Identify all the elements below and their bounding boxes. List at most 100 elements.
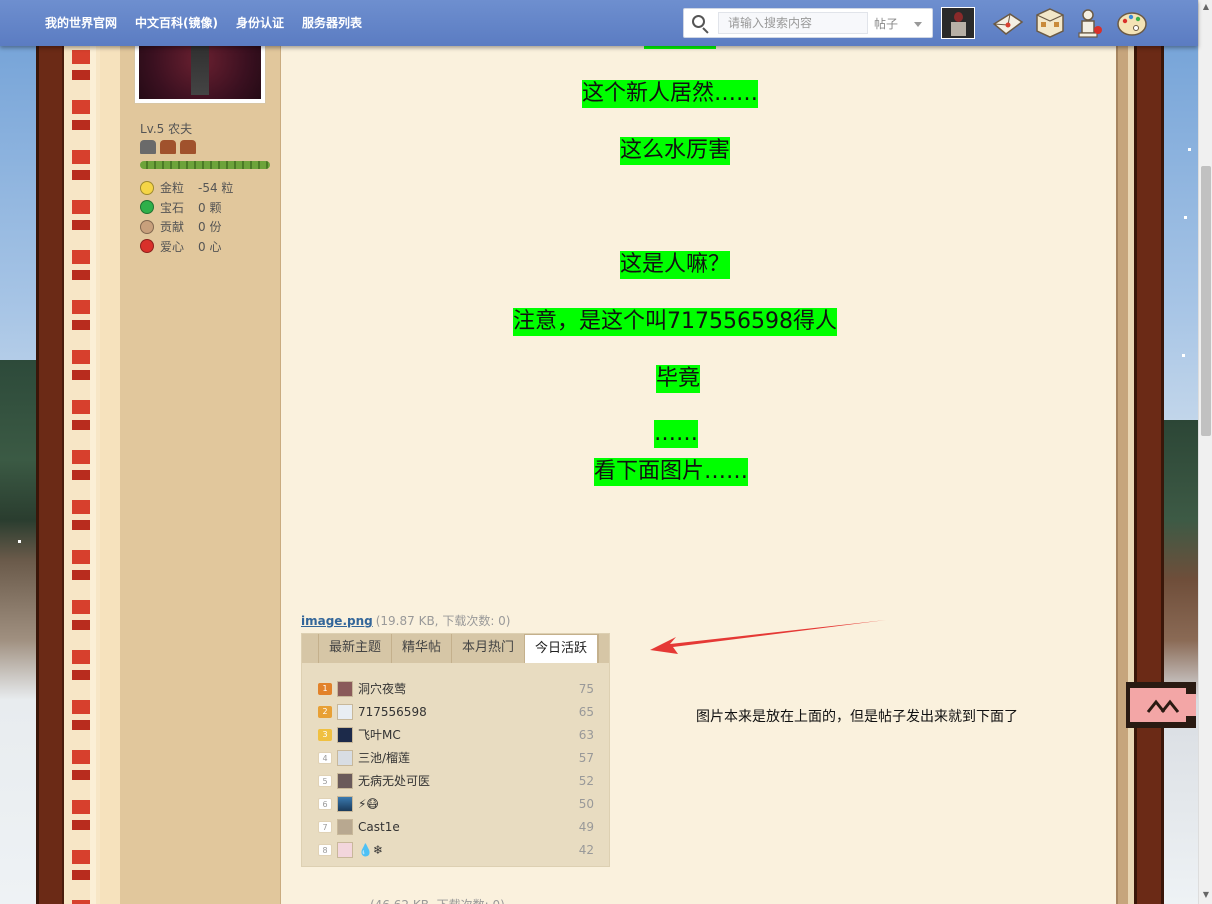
- top-navbar: 我的世界官网 中文百科(镜像) 身份认证 服务器列表 请输入搜索内容 帖子: [0, 0, 1198, 46]
- scroll-up-icon[interactable]: ▲: [1199, 0, 1212, 14]
- user-name[interactable]: 飞叶MC: [358, 726, 564, 743]
- stat-value: 0 份: [198, 220, 222, 235]
- rank-number: 2: [318, 705, 332, 718]
- activity-score: 42: [578, 842, 594, 857]
- avatar: [337, 726, 353, 743]
- paint-dot: [1128, 14, 1134, 20]
- list-item[interactable]: 5 无病无处可医 52: [318, 769, 594, 792]
- stat-love: 爱心 0 心: [140, 237, 233, 257]
- nav-identity-verification[interactable]: 身份认证: [227, 14, 293, 31]
- list-item[interactable]: 3 飞叶MC 63: [318, 723, 594, 746]
- search-input[interactable]: 请输入搜索内容: [718, 12, 868, 34]
- tab-featured[interactable]: 精华帖: [391, 634, 451, 663]
- activity-score: 50: [578, 796, 594, 811]
- stat-label: 宝石: [160, 200, 185, 215]
- user-name[interactable]: 💧❄: [358, 843, 564, 857]
- helmet-badge-icon[interactable]: [160, 140, 176, 154]
- palette-icon[interactable]: [1115, 6, 1149, 40]
- character-base: [1078, 32, 1098, 38]
- next-attachment-meta: (46.62 KB, 下载次数: 0): [370, 896, 505, 904]
- arrow-shape: [650, 620, 886, 654]
- stat-contribution: 贡献 0 份: [140, 217, 233, 237]
- activity-widget: 最新主题 精华帖 本月热门 今日活跃 1 洞穴夜莺 75 2 717556598…: [301, 633, 610, 867]
- stat-label: 爱心: [160, 239, 185, 254]
- user-name[interactable]: 三池/榴莲: [358, 749, 564, 766]
- character-icon[interactable]: [1073, 6, 1107, 40]
- crate-body: [1036, 8, 1064, 38]
- user-name[interactable]: 洞穴夜莺: [358, 680, 564, 697]
- crate-detail: [1041, 22, 1046, 27]
- ranking-list: 1 洞穴夜莺 75 2 717556598 65 3 飞叶MC 63 4 三池/…: [318, 677, 594, 861]
- paint-dot: [1122, 18, 1128, 24]
- attachment-meta: (19.87 KB, 下载次数: 0): [375, 614, 511, 628]
- list-item[interactable]: 4 三池/榴莲 57: [318, 746, 594, 769]
- background-scenery-left: [0, 0, 36, 904]
- scrollbar-thumb[interactable]: [1201, 166, 1211, 436]
- snowflake: [1184, 216, 1187, 219]
- frame-left-wood: [36, 0, 64, 904]
- user-name[interactable]: ⚡😷: [358, 797, 564, 811]
- chevron-down-icon[interactable]: [914, 22, 922, 27]
- search-icon-handle: [702, 27, 709, 34]
- avatar: [337, 680, 353, 697]
- contribution-icon: [140, 219, 154, 234]
- tab-today-active[interactable]: 今日活跃: [524, 634, 599, 663]
- emerald-icon: [140, 200, 154, 215]
- medal-badges: [140, 140, 196, 154]
- list-item[interactable]: 2 717556598 65: [318, 700, 594, 723]
- nav-wiki-mirror[interactable]: 中文百科(镜像): [126, 14, 227, 31]
- envelope-icon[interactable]: [991, 6, 1025, 40]
- post-line: 毕竟: [656, 365, 701, 393]
- pig-mascot-icon[interactable]: [1126, 680, 1198, 730]
- character-head: [1082, 9, 1094, 21]
- user-name[interactable]: 717556598: [358, 705, 564, 719]
- avatar[interactable]: [941, 7, 975, 39]
- search-icon[interactable]: [692, 15, 709, 34]
- stat-value: -54 粒: [198, 181, 234, 196]
- user-level: Lv.5 农夫: [140, 122, 193, 136]
- pig-ear: [1186, 694, 1196, 716]
- stat-label: 贡献: [160, 220, 185, 235]
- snowflake: [1188, 148, 1191, 151]
- list-item[interactable]: 7 Cast1e 49: [318, 815, 594, 838]
- attachment-info: image.png (19.87 KB, 下载次数: 0): [301, 612, 511, 629]
- snowflake: [1182, 354, 1185, 357]
- avatar: [337, 795, 353, 812]
- frame-left-inner: [90, 0, 96, 904]
- avatar: [337, 749, 353, 766]
- frame-left-inner-2: [100, 0, 120, 904]
- rank-number: 5: [318, 774, 332, 787]
- post-line: 这个新人居然……: [582, 80, 759, 108]
- scroll-down-icon[interactable]: ▼: [1199, 888, 1212, 902]
- stat-value: 0 心: [198, 239, 222, 254]
- rank-number: 6: [318, 797, 332, 810]
- stat-gem: 宝石 0 颗: [140, 198, 233, 218]
- search-type-select[interactable]: 帖子: [874, 15, 898, 32]
- gold-nugget-icon: [140, 180, 154, 195]
- list-item[interactable]: 1 洞穴夜莺 75: [318, 677, 594, 700]
- list-item[interactable]: 6 ⚡😷 50: [318, 792, 594, 815]
- page-scrollbar[interactable]: ▲ ▼: [1198, 0, 1212, 904]
- activity-score: 49: [578, 819, 594, 834]
- nav-server-list[interactable]: 服务器列表: [293, 14, 371, 31]
- tab-latest-topics[interactable]: 最新主题: [318, 634, 391, 663]
- post-line: 这是人嘛？: [620, 251, 731, 279]
- helmet-badge-icon[interactable]: [140, 140, 156, 154]
- helmet-badge-icon[interactable]: [180, 140, 196, 154]
- activity-score: 75: [578, 681, 594, 696]
- frame-right-inner: [1116, 0, 1128, 904]
- activity-score: 65: [578, 704, 594, 719]
- tab-monthly-hot[interactable]: 本月热门: [451, 634, 524, 663]
- attachment-link[interactable]: image.png: [301, 614, 373, 628]
- rank-number: 3: [318, 728, 332, 741]
- user-name[interactable]: 无病无处可医: [358, 772, 564, 789]
- background-scenery-right: [1164, 0, 1198, 904]
- list-item[interactable]: 8 💧❄ 42: [318, 838, 594, 861]
- crate-icon[interactable]: [1033, 6, 1067, 40]
- snowflake: [18, 540, 21, 543]
- user-name[interactable]: Cast1e: [358, 820, 564, 834]
- search-bar: 请输入搜索内容 帖子: [683, 8, 933, 38]
- avatar: [337, 772, 353, 789]
- post-line: 这么水厉害: [620, 137, 731, 165]
- nav-official-site[interactable]: 我的世界官网: [36, 14, 126, 31]
